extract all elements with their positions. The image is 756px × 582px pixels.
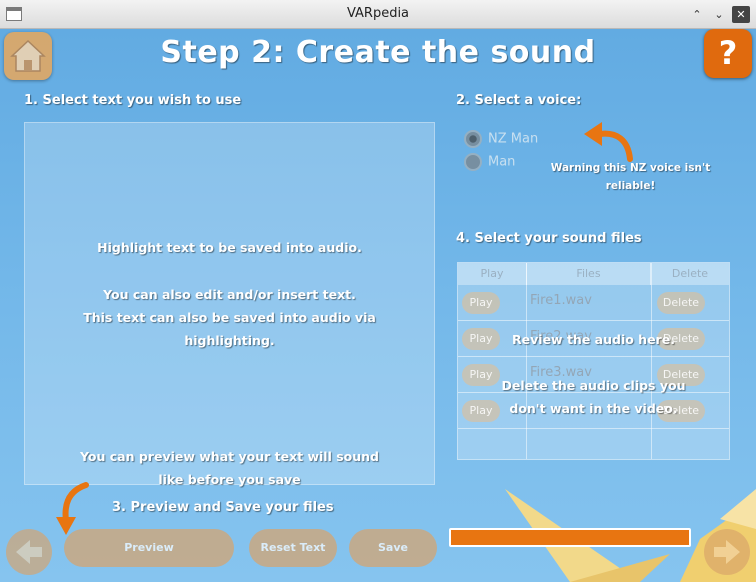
save-button[interactable]: Save xyxy=(349,529,437,567)
reset-text-button[interactable]: Reset Text xyxy=(249,529,337,567)
next-arrow-icon xyxy=(714,540,740,564)
text-hint-3: This text can also be saved into audio v… xyxy=(83,310,376,325)
section-select-voice-label: 2. Select a voice: xyxy=(456,93,582,108)
voice-option-label: Man xyxy=(488,154,516,170)
delete-button[interactable]: Delete xyxy=(657,292,705,314)
voice-option-label: NZ Man xyxy=(488,131,539,147)
delete-clips-overlay-line-1: Delete the audio clips you xyxy=(501,378,686,393)
table-row[interactable]: Play Fire1.wav Delete xyxy=(458,285,729,321)
back-button[interactable] xyxy=(6,529,52,575)
review-audio-overlay: Review the audio here. xyxy=(512,332,675,347)
section-select-text-label: 1. Select text you wish to use xyxy=(24,93,242,108)
maximize-icon[interactable]: ⌄ xyxy=(710,6,728,23)
text-hint-4: highlighting. xyxy=(184,333,275,348)
section-sound-files-label: 4. Select your sound files xyxy=(456,231,642,246)
column-header-play: Play xyxy=(458,263,527,285)
curved-arrow-icon xyxy=(584,122,633,162)
voice-option-nz-man[interactable]: NZ Man xyxy=(464,130,538,148)
text-hint-1: Highlight text to be saved into audio. xyxy=(97,240,362,255)
text-hint-2: You can also edit and/or insert text. xyxy=(103,287,356,302)
back-arrow-icon xyxy=(16,540,42,564)
help-label: ? xyxy=(718,34,738,72)
column-header-delete: Delete xyxy=(651,263,729,285)
table-row-empty xyxy=(458,429,729,465)
close-icon[interactable]: ✕ xyxy=(732,6,750,23)
play-button[interactable]: Play xyxy=(462,292,500,314)
preview-hint-line-1: You can preview what your text will soun… xyxy=(80,449,379,464)
next-button[interactable] xyxy=(704,529,750,575)
voice-warning-line-1: Warning this NZ voice isn't xyxy=(550,162,711,174)
voice-option-man[interactable]: Man xyxy=(464,153,515,171)
page-title: Step 2: Create the sound xyxy=(160,35,596,70)
radio-selected-icon xyxy=(464,130,482,148)
voice-warning-line-2: reliable! xyxy=(605,180,656,192)
section-preview-save-label: 3. Preview and Save your files xyxy=(112,500,334,515)
delete-clips-overlay-line-2: don't want in the video. xyxy=(509,401,678,416)
progress-fill xyxy=(451,530,689,545)
minimize-icon[interactable]: ⌃ xyxy=(688,6,706,23)
window-titlebar: VARpedia ⌃ ⌄ ✕ xyxy=(0,0,756,29)
app-canvas: Step 2: Create the sound ? 1. Select tex… xyxy=(0,29,756,582)
radio-unselected-icon xyxy=(464,153,482,171)
column-header-files: Files xyxy=(527,263,651,285)
progress-bar xyxy=(449,528,691,547)
sound-files-table: Play Files Delete Play Fire1.wav Delete … xyxy=(457,262,730,460)
file-name: Fire1.wav xyxy=(530,293,592,308)
preview-button[interactable]: Preview xyxy=(64,529,234,567)
window-title: VARpedia xyxy=(346,6,410,21)
help-button[interactable]: ? xyxy=(704,29,752,78)
